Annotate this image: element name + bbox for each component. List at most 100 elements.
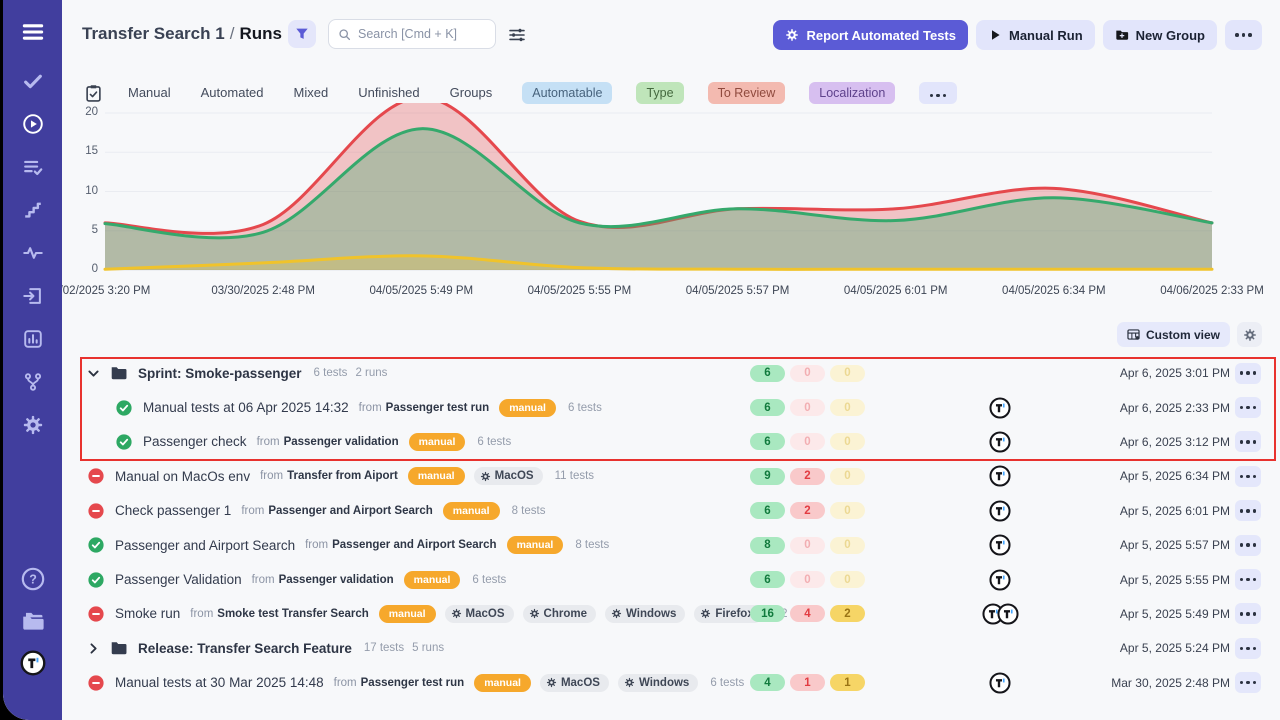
passed-count-pill: 9 <box>750 468 785 485</box>
row-more-button[interactable] <box>1235 397 1261 418</box>
sidebar-item-hamburger-menu[interactable] <box>21 21 45 43</box>
run-row[interactable]: Manual tests at 30 Mar 2025 14:48fromPas… <box>62 666 1280 700</box>
row-more-button[interactable] <box>1235 466 1261 487</box>
environment-label: MacOS <box>561 677 600 689</box>
sidebar-item-help[interactable]: ? <box>21 568 45 590</box>
run-date: Apr 5, 2025 5:57 PM <box>1120 538 1230 552</box>
status-failed-icon <box>88 675 104 691</box>
status-passed-icon <box>88 572 104 588</box>
search-box[interactable] <box>328 19 496 49</box>
environment-pill: Chrome <box>523 605 596 623</box>
row-more-button[interactable] <box>1235 603 1261 624</box>
sidebar-item-list-check[interactable] <box>21 156 45 178</box>
search-input[interactable] <box>358 27 486 41</box>
skipped-count-pill: 0 <box>830 571 865 588</box>
group-row[interactable]: Sprint: Smoke-passenger6 tests2 runs600A… <box>62 356 1280 390</box>
view-toolbar: Custom view <box>1117 322 1262 347</box>
svg-text:?: ? <box>29 573 37 587</box>
row-more-button[interactable] <box>1235 431 1261 452</box>
passed-count-pill: 6 <box>750 571 785 588</box>
x-axis-label: 04/06/2025 2:33 PM <box>1147 285 1277 297</box>
adjustments-icon[interactable] <box>508 26 526 44</box>
filter-pill-localization[interactable]: Localization <box>809 82 895 104</box>
row-more-button[interactable] <box>1235 363 1261 384</box>
area-chart-svg <box>62 103 1280 278</box>
stairs-icon <box>22 199 44 221</box>
filter-pill-type[interactable]: Type <box>636 82 683 104</box>
run-row[interactable]: Manual on MacOs envfromTransfer from Aip… <box>62 459 1280 493</box>
x-axis-label: 04/05/2025 5:55 PM <box>514 285 644 297</box>
avatar <box>989 431 1011 453</box>
filter-pill-to-review[interactable]: To Review <box>708 82 786 104</box>
passed-count-pill: 4 <box>750 674 785 691</box>
ellipsis-icon <box>1238 647 1258 651</box>
source-run-name: Passenger validation <box>284 436 399 448</box>
sidebar-item-analytics[interactable] <box>21 328 45 350</box>
ellipsis-icon <box>1238 440 1258 444</box>
table-view-icon <box>1127 328 1140 341</box>
row-more-button[interactable] <box>1235 638 1261 659</box>
run-name: Release: Transfer Search Feature <box>138 641 352 656</box>
tab-manual[interactable]: Manual <box>128 85 171 100</box>
tab-groups[interactable]: Groups <box>450 85 493 100</box>
ellipsis-icon <box>1238 578 1258 582</box>
sidebar-item-pulse[interactable] <box>21 242 45 264</box>
sidebar-item-import[interactable] <box>21 285 45 307</box>
sidebar-item-branch[interactable] <box>21 371 45 393</box>
sidebar-item-check[interactable] <box>21 70 45 92</box>
run-date: Apr 5, 2025 5:49 PM <box>1120 607 1230 621</box>
tab-unfinished[interactable]: Unfinished <box>358 85 419 100</box>
row-more-button[interactable] <box>1235 569 1261 590</box>
sidebar-item-folders[interactable] <box>21 610 45 632</box>
skipped-count-pill: 0 <box>830 399 865 416</box>
chevron-right-icon[interactable] <box>86 641 101 656</box>
report-automated-tests-button[interactable]: Report Automated Tests <box>773 20 968 50</box>
run-row[interactable]: Passenger ValidationfromPassenger valida… <box>62 562 1280 596</box>
row-more-button[interactable] <box>1235 672 1261 693</box>
run-date: Apr 6, 2025 3:01 PM <box>1120 366 1230 380</box>
x-axis-label: 04/05/2025 6:34 PM <box>989 285 1119 297</box>
more-filters-pill[interactable] <box>919 82 957 104</box>
sidebar-item-stairs[interactable] <box>21 199 45 221</box>
assignee-avatars <box>978 534 1022 556</box>
runs-table: Sprint: Smoke-passenger6 tests2 runs600A… <box>62 356 1280 700</box>
assignee-avatars <box>978 500 1022 522</box>
manual-run-button[interactable]: Manual Run <box>976 20 1095 50</box>
run-row[interactable]: Passenger and Airport SearchfromPassenge… <box>62 528 1280 562</box>
environment-label: Windows <box>639 677 689 689</box>
filter-button[interactable] <box>288 20 316 48</box>
environment-label: Firefox <box>715 608 753 620</box>
skipped-count-pill: 0 <box>830 468 865 485</box>
gear-icon <box>22 414 44 436</box>
gear-icon <box>611 608 622 619</box>
new-group-button[interactable]: New Group <box>1103 20 1217 50</box>
tab-automated[interactable]: Automated <box>201 85 264 100</box>
custom-view-button[interactable]: Custom view <box>1117 322 1230 347</box>
sidebar-item-logo-avatar[interactable] <box>21 652 45 674</box>
breadcrumb-separator: / <box>230 24 235 43</box>
group-row[interactable]: Release: Transfer Search Feature17 tests… <box>62 631 1280 665</box>
ellipsis-icon <box>1234 33 1254 37</box>
header-more-button[interactable] <box>1225 20 1262 50</box>
run-row[interactable]: Check passenger 1fromPassenger and Airpo… <box>62 494 1280 528</box>
sidebar-item-play-circle[interactable] <box>21 113 45 135</box>
source-run-name: Passenger and Airport Search <box>332 539 496 551</box>
chevron-down-icon[interactable] <box>86 366 101 381</box>
run-row[interactable]: Manual tests at 06 Apr 2025 14:32fromPas… <box>62 390 1280 424</box>
filter-pill-automatable[interactable]: Automatable <box>522 82 612 104</box>
status-passed-icon <box>116 434 132 450</box>
run-row[interactable]: Smoke runfromSmoke test Transfer Searchm… <box>62 597 1280 631</box>
row-more-button[interactable] <box>1235 535 1261 556</box>
from-label: from <box>257 436 280 448</box>
sidebar-item-gear[interactable] <box>21 414 45 436</box>
failed-count-pill: 0 <box>790 433 825 450</box>
breadcrumb: Transfer Search 1/Runs <box>82 24 282 44</box>
result-counts: 600 <box>750 365 865 382</box>
avatar <box>989 500 1011 522</box>
run-row[interactable]: Passenger checkfromPassenger validationm… <box>62 425 1280 459</box>
header-actions: Report Automated Tests Manual Run New Gr… <box>773 20 1262 50</box>
row-more-button[interactable] <box>1235 500 1261 521</box>
import-icon <box>22 285 44 307</box>
view-settings-button[interactable] <box>1237 322 1262 347</box>
tab-mixed[interactable]: Mixed <box>294 85 329 100</box>
